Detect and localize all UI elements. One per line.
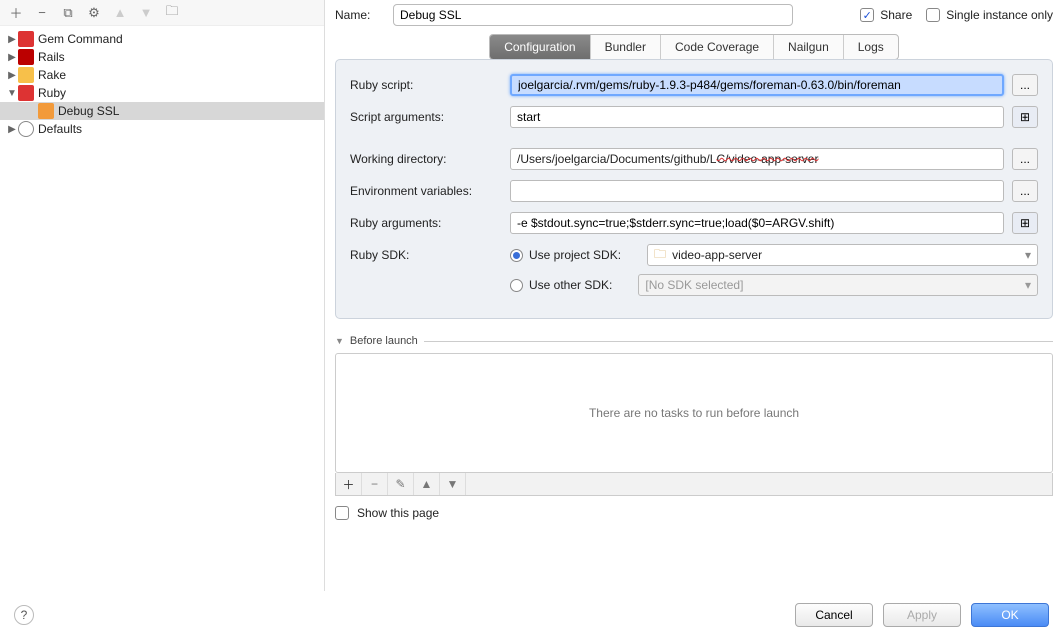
add-config-icon[interactable]: ＋ [8,5,24,21]
move-up-icon[interactable]: ▲ [112,5,128,21]
tree-label: Rails [38,50,65,64]
ruby-run-icon [38,103,54,119]
checkbox-icon: ✓ [860,8,874,22]
rake-icon [18,67,34,83]
rails-icon [18,49,34,65]
tree-toolbar: ＋ − ⧉ ⚙ ▲ ▼ 🗀 [0,0,324,26]
tree-node-ruby[interactable]: ▼ Ruby [0,84,324,102]
expand-script-args-button[interactable]: ⊞ [1012,106,1038,128]
expand-icon[interactable]: ▶ [6,34,18,45]
dropdown-arrows-icon: ▾ [1025,248,1031,262]
config-form-panel: Name: ✓ Share Single instance only Config… [325,0,1063,591]
tab-logs[interactable]: Logs [844,35,898,59]
dialog-footer: ? Cancel Apply OK [0,591,1063,639]
use-other-sdk-radio[interactable]: Use other SDK: [510,278,612,292]
move-down-icon[interactable]: ▼ [138,5,154,21]
expand-icon[interactable]: ▶ [6,52,18,63]
apply-button: Apply [883,603,961,627]
before-launch-toolbar: ＋ − ✎ ▲ ▼ [335,473,1053,496]
checkbox-icon [335,506,349,520]
expand-icon[interactable]: ▶ [6,70,18,81]
tree-label: Debug SSL [58,104,119,118]
configuration-group: Ruby script: ... Script arguments: ⊞ Wor… [335,59,1053,319]
gem-icon [18,31,34,47]
env-vars-label: Environment variables: [350,184,510,198]
tree-label: Rake [38,68,66,82]
edit-task-icon: ✎ [388,473,414,495]
tree-node-rake[interactable]: ▶ Rake [0,66,324,84]
other-sdk-select: [No SDK selected]▾ [638,274,1038,296]
defaults-icon [18,121,34,137]
run-configs-tree-panel: ＋ − ⧉ ⚙ ▲ ▼ 🗀 ▶ Gem Command ▶ Rails ▶ Rake … [0,0,325,591]
tree-label: Gem Command [38,32,123,46]
collapse-icon[interactable]: ▼ [335,336,344,346]
collapse-icon[interactable]: ▼ [6,88,18,99]
edit-env-vars-button[interactable]: ... [1012,180,1038,202]
tree-label: Ruby [38,86,66,100]
radio-on-icon [510,249,523,262]
share-label: Share [880,8,912,22]
working-dir-label: Working directory: [350,152,510,166]
settings-icon[interactable]: ⚙ [86,5,102,21]
share-checkbox[interactable]: ✓ Share [860,8,912,22]
ruby-sdk-label: Ruby SDK: [350,248,510,262]
ruby-args-label: Ruby arguments: [350,216,510,230]
ruby-script-label: Ruby script: [350,78,510,92]
show-this-page-checkbox[interactable]: Show this page [335,506,1053,520]
ruby-args-input[interactable] [510,212,1004,234]
ruby-script-input[interactable] [510,74,1004,96]
tree-node-rails[interactable]: ▶ Rails [0,48,324,66]
cancel-button[interactable]: Cancel [795,603,873,627]
env-vars-input[interactable] [510,180,1004,202]
remove-config-icon[interactable]: − [34,5,50,21]
ruby-icon [18,85,34,101]
expand-icon[interactable]: ▶ [6,124,18,135]
script-args-input[interactable] [510,106,1004,128]
single-instance-label: Single instance only [946,8,1053,22]
remove-task-icon: − [362,473,388,495]
dropdown-arrows-icon: ▾ [1025,278,1031,292]
before-launch-empty: There are no tasks to run before launch [589,406,799,420]
tree-node-defaults[interactable]: ▶ Defaults [0,120,324,138]
move-task-down-icon: ▼ [440,473,466,495]
single-instance-checkbox[interactable]: Single instance only [926,8,1053,22]
expand-ruby-args-button[interactable]: ⊞ [1012,212,1038,234]
use-project-sdk-radio[interactable]: Use project SDK: [510,248,621,262]
config-tabs: Configuration Bundler Code Coverage Nail… [489,34,899,60]
tree-node-gem-command[interactable]: ▶ Gem Command [0,30,324,48]
tree-node-debug-ssl[interactable]: Debug SSL [0,102,324,120]
move-task-up-icon: ▲ [414,473,440,495]
add-task-icon[interactable]: ＋ [336,473,362,495]
tab-code-coverage[interactable]: Code Coverage [661,35,774,59]
copy-config-icon[interactable]: ⧉ [60,5,76,21]
before-launch-title: Before launch [350,335,418,347]
name-label: Name: [335,8,379,22]
before-launch-tasks-list[interactable]: There are no tasks to run before launch [335,353,1053,473]
browse-working-dir-button[interactable]: ... [1012,148,1038,170]
script-args-label: Script arguments: [350,110,510,124]
tree-label: Defaults [38,122,82,136]
before-launch-section: ▼ Before launch There are no tasks to run… [335,335,1053,520]
ok-button[interactable]: OK [971,603,1049,627]
radio-off-icon [510,279,523,292]
redacted-text: C/video-app-server [716,152,818,166]
working-dir-input[interactable]: /Users/joelgarcia/Documents/github/LC/vi… [510,148,1004,170]
tab-bundler[interactable]: Bundler [591,35,661,59]
help-button[interactable]: ? [14,605,34,625]
browse-ruby-script-button[interactable]: ... [1012,74,1038,96]
name-input[interactable] [393,4,793,26]
config-tree[interactable]: ▶ Gem Command ▶ Rails ▶ Rake ▼ Ruby Debug SS… [0,26,324,591]
tab-nailgun[interactable]: Nailgun [774,35,844,59]
folder-icon: 🗀 [654,245,666,266]
project-sdk-select[interactable]: 🗀video-app-server▾ [647,244,1038,266]
tab-configuration[interactable]: Configuration [490,35,590,59]
checkbox-icon [926,8,940,22]
folder-icon[interactable]: 🗀 [164,5,180,21]
